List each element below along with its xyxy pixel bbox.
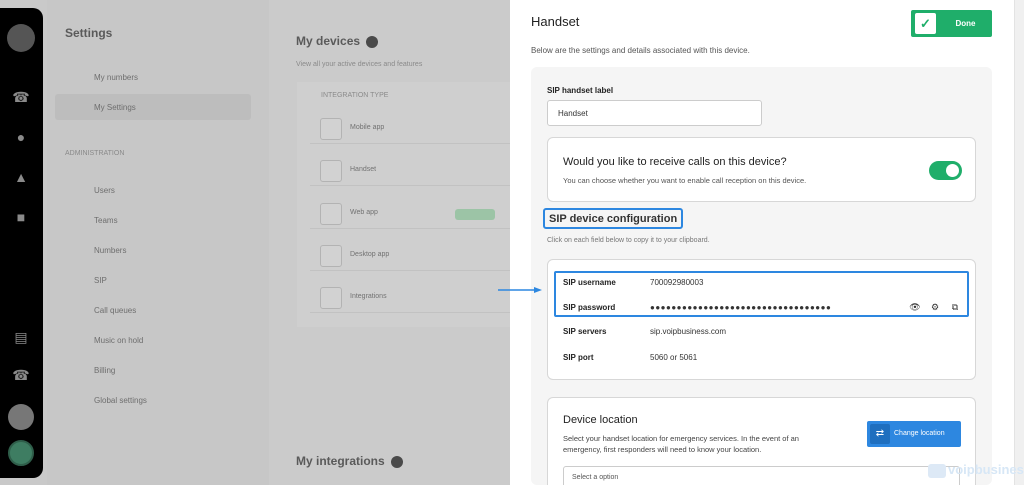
documents-icon[interactable]: ■ [12, 208, 30, 226]
drawer-description: Below are the settings and details assoc… [531, 46, 750, 55]
watermark-icon [928, 463, 946, 478]
phone-icon[interactable]: ☎ [12, 88, 30, 106]
device-name: Mobile app [350, 124, 385, 131]
device-location-description: Select your handset location for emergen… [563, 434, 799, 454]
sip-username-key: SIP username [563, 278, 616, 287]
nav-item-my-numbers[interactable]: My numbers [94, 73, 138, 82]
device-name: Handset [350, 166, 377, 173]
info-icon [390, 455, 403, 468]
sip-config-title: SIP device configuration [543, 208, 684, 229]
receive-calls-card: Would you like to receive calls on this … [547, 137, 976, 202]
device-icon [320, 203, 342, 225]
change-location-label: Change location [894, 430, 945, 437]
nav-item-teams[interactable]: Teams [94, 216, 118, 225]
sip-port-key: SIP port [563, 353, 594, 362]
watermark-logo: voipbusiness [928, 462, 1024, 478]
handset-label-title: SIP handset label [547, 86, 614, 95]
device-location-title: Device location [563, 414, 638, 426]
integrations-title: My integrations [296, 454, 403, 468]
nav-item-billing[interactable]: Billing [94, 366, 115, 375]
settings-sidebar [47, 0, 269, 485]
location-select[interactable]: Select a option [563, 466, 960, 485]
done-button-label: Done [955, 19, 976, 28]
scrollbar[interactable] [1014, 0, 1024, 485]
shuffle-icon: ⇄ [870, 424, 890, 444]
device-row[interactable]: Integrations [310, 283, 510, 313]
sip-port-value[interactable]: 5060 or 5061 [650, 353, 697, 362]
sip-servers-value[interactable]: sip.voipbusiness.com [650, 327, 726, 336]
nav-item-call-queues[interactable]: Call queues [94, 306, 136, 315]
receive-calls-description: You can choose whether you want to enabl… [563, 176, 807, 185]
nav-item-numbers[interactable]: Numbers [94, 246, 126, 255]
status-badge [455, 209, 495, 220]
devices-title: My devices [296, 34, 379, 48]
settings-title: Settings [65, 26, 113, 40]
device-icon [320, 287, 342, 309]
checkmark-icon: ✓ [915, 13, 936, 34]
done-button[interactable]: ✓ Done [911, 10, 992, 37]
device-icon [320, 160, 342, 182]
settings-gear-icon[interactable] [8, 404, 34, 430]
device-row[interactable]: Mobile app [310, 114, 510, 144]
admin-section-label: ADMINISTRATION [65, 150, 125, 157]
device-name: Integrations [350, 293, 387, 300]
call-icon[interactable]: ☎ [12, 366, 30, 384]
watermark-text: voipbusiness [948, 462, 1024, 477]
info-icon [366, 35, 379, 48]
device-icon [320, 245, 342, 267]
reset-password-icon[interactable]: ⚙ [929, 302, 941, 313]
copy-icon[interactable]: ⧉ [949, 302, 961, 313]
app-rail: ☎ ● ▲ ■ ▤ ☎ [0, 8, 43, 478]
device-name: Desktop app [350, 251, 390, 258]
change-location-button[interactable]: ⇄ Change location [867, 421, 961, 447]
avatar[interactable] [8, 440, 34, 466]
chat-icon[interactable]: ● [12, 128, 30, 146]
devices-subtitle: View all your active devices and feature… [296, 61, 423, 68]
handset-label-input[interactable]: Handset [547, 100, 762, 126]
toggle-knob [946, 164, 959, 177]
nav-item-my-settings[interactable]: My Settings [94, 103, 136, 112]
sip-servers-key: SIP servers [563, 327, 607, 336]
analytics-icon[interactable]: ▤ [12, 328, 30, 346]
nav-active-highlight [55, 94, 251, 120]
receive-calls-toggle[interactable] [929, 161, 962, 180]
nav-item-global-settings[interactable]: Global settings [94, 396, 147, 405]
nav-item-sip[interactable]: SIP [94, 276, 107, 285]
sip-config-hint: Click on each field below to copy it to … [547, 237, 710, 244]
nav-item-music-on-hold[interactable]: Music on hold [94, 336, 143, 345]
device-row[interactable]: Desktop app [310, 241, 510, 271]
device-row[interactable]: Handset [310, 156, 510, 186]
sip-password-key: SIP password [563, 303, 616, 312]
receive-calls-question: Would you like to receive calls on this … [563, 156, 787, 168]
device-name: Web app [350, 209, 378, 216]
devices-column-header: INTEGRATION TYPE [321, 92, 389, 99]
device-drawer: Handset ✓ Done Below are the settings an… [510, 0, 1014, 485]
annotation-arrow-icon [498, 287, 542, 293]
show-password-eye-icon[interactable]: 👁 [909, 302, 921, 313]
sip-username-value[interactable]: 700092980003 [650, 278, 703, 287]
contacts-icon[interactable]: ▲ [12, 168, 30, 186]
device-icon [320, 118, 342, 140]
nav-item-users[interactable]: Users [94, 186, 115, 195]
drawer-title: Handset [531, 14, 580, 29]
app-logo-icon[interactable] [7, 24, 35, 52]
sip-password-value[interactable]: ●●●●●●●●●●●●●●●●●●●●●●●●●●●●●●●●●● [650, 303, 831, 312]
